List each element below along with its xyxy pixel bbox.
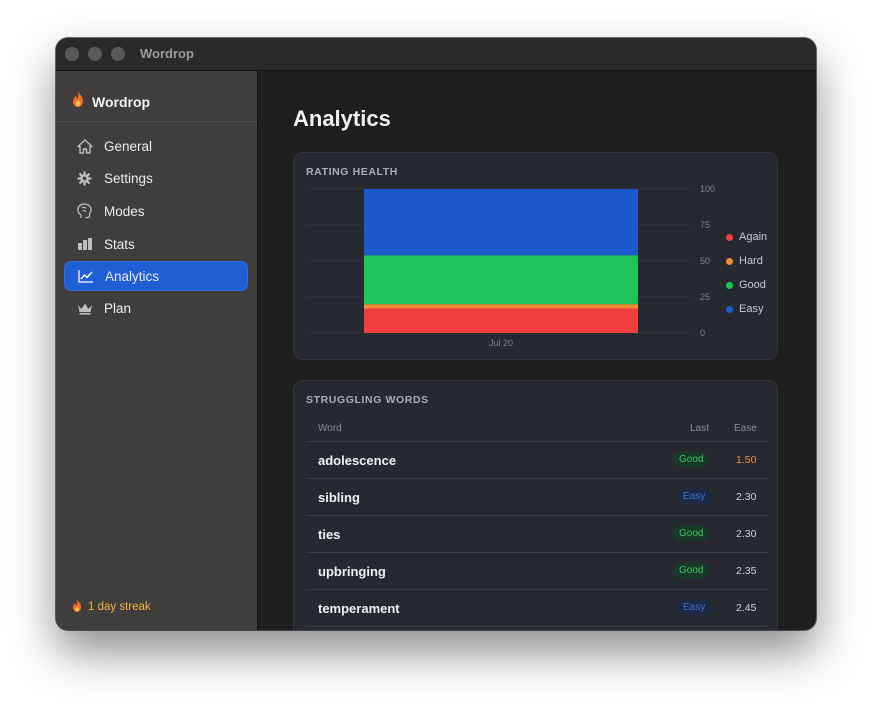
- y-tick-label: 0: [700, 328, 705, 338]
- column-header-word[interactable]: Word: [318, 423, 342, 434]
- table-row[interactable]: ties Good 2.30: [306, 516, 768, 553]
- crown-icon: [76, 300, 93, 317]
- head-icon: [76, 203, 93, 220]
- sidebar-item-analytics[interactable]: Analytics: [64, 261, 248, 291]
- legend-item-easy: Easy: [726, 297, 767, 321]
- legend-swatch: [726, 305, 733, 313]
- word-cell: upbringing: [318, 564, 386, 579]
- sidebar-item-label: Analytics: [105, 268, 160, 284]
- bar-chart-icon: [76, 236, 93, 253]
- last-rating-badge: Easy: [677, 489, 712, 504]
- page-title: Analytics: [293, 106, 391, 131]
- y-tick-label: 25: [700, 292, 710, 302]
- last-rating-badge: Good: [673, 563, 710, 578]
- last-rating-badge: Easy: [677, 600, 712, 615]
- legend-label: Hard: [739, 255, 763, 267]
- legend-item-again: Again: [726, 225, 767, 249]
- table-row[interactable]: sibling Easy 2.30: [306, 479, 768, 516]
- sidebar-item-label: Stats: [104, 236, 135, 252]
- bar-segment-good: [364, 255, 638, 305]
- ease-cell: 2.45: [736, 602, 757, 614]
- last-rating-badge: Good: [673, 526, 710, 541]
- bar-segment-easy: [364, 189, 638, 256]
- word-cell: temperament: [318, 601, 400, 616]
- house-icon: [76, 138, 93, 155]
- sidebar-item-label: General: [104, 138, 153, 154]
- minimize-window-button[interactable]: [88, 47, 102, 61]
- table-row[interactable]: adolescence Good 1.50: [306, 442, 768, 479]
- bar-segment-again: [364, 308, 638, 333]
- line-chart-icon: [77, 268, 94, 285]
- brand: Wordrop: [72, 91, 150, 112]
- column-header-last[interactable]: Last: [690, 423, 709, 434]
- bar-segment-hard: [364, 304, 638, 309]
- struggling-words-card: STRUGGLING WORDS Word Last Ease adolesce…: [293, 380, 778, 630]
- legend-label: Again: [739, 231, 768, 243]
- card-title: STRUGGLING WORDS: [306, 394, 429, 406]
- sidebar-item-label: Modes: [104, 203, 145, 219]
- legend-label: Easy: [739, 303, 764, 315]
- flame-icon: [72, 599, 82, 615]
- word-cell: sibling: [318, 490, 360, 505]
- sidebar: Wordrop General Settings Modes Stats Ana…: [56, 71, 258, 630]
- rating-health-card: RATING HEALTH 100 75 50 25 0 Jul 20 Again Har…: [293, 152, 778, 360]
- ease-cell: 2.30: [736, 528, 757, 540]
- sidebar-item-label: Settings: [104, 170, 153, 186]
- sidebar-item-plan[interactable]: Plan: [64, 293, 248, 323]
- y-tick-label: 50: [700, 256, 710, 266]
- legend-swatch: [726, 281, 733, 289]
- sidebar-item-label: Plan: [104, 300, 132, 316]
- word-cell: ties: [318, 527, 341, 542]
- struggling-words-table: Word Last Ease adolescence Good 1.50 sib…: [306, 417, 768, 627]
- streak-label: 1 day streak: [88, 601, 151, 613]
- brand-name: Wordrop: [92, 93, 151, 110]
- flame-icon: [72, 91, 84, 112]
- sidebar-item-general[interactable]: General: [64, 131, 248, 161]
- y-tick-label: 100: [700, 184, 715, 194]
- streak-indicator: 1 day streak: [72, 599, 151, 615]
- table-header: Word Last Ease: [306, 417, 768, 442]
- sidebar-divider: [56, 121, 257, 122]
- zoom-window-button[interactable]: [111, 47, 125, 61]
- sidebar-item-stats[interactable]: Stats: [64, 229, 248, 259]
- ease-cell: 2.30: [736, 491, 757, 503]
- app-window: Wordrop Wordrop General Settings Modes S…: [56, 38, 816, 630]
- legend-swatch: [726, 257, 733, 265]
- column-header-ease[interactable]: Ease: [734, 423, 757, 434]
- sidebar-item-settings[interactable]: Settings: [64, 163, 248, 193]
- table-row[interactable]: temperament Easy 2.45: [306, 590, 768, 627]
- legend-item-good: Good: [726, 273, 767, 297]
- last-rating-badge: Good: [673, 452, 710, 467]
- rating-health-chart: 100 75 50 25 0 Jul 20: [306, 184, 715, 348]
- sidebar-item-modes[interactable]: Modes: [64, 196, 248, 226]
- chart-legend: Again Hard Good Easy: [726, 225, 767, 321]
- close-window-button[interactable]: [65, 47, 79, 61]
- legend-item-hard: Hard: [726, 249, 767, 273]
- x-tick-label: Jul 20: [489, 338, 513, 348]
- window-title: Wordrop: [140, 46, 194, 61]
- main-content: Analytics RATING HEALTH 100 75 50 25 0 Jul 20…: [258, 71, 816, 630]
- y-tick-label: 75: [700, 220, 710, 230]
- ease-cell: 1.50: [736, 454, 757, 466]
- ease-cell: 2.35: [736, 565, 757, 577]
- gear-icon: [76, 170, 93, 187]
- word-cell: adolescence: [318, 453, 397, 468]
- legend-swatch: [726, 233, 733, 241]
- legend-label: Good: [739, 279, 766, 291]
- title-bar: Wordrop: [56, 38, 816, 71]
- table-row[interactable]: upbringing Good 2.35: [306, 553, 768, 590]
